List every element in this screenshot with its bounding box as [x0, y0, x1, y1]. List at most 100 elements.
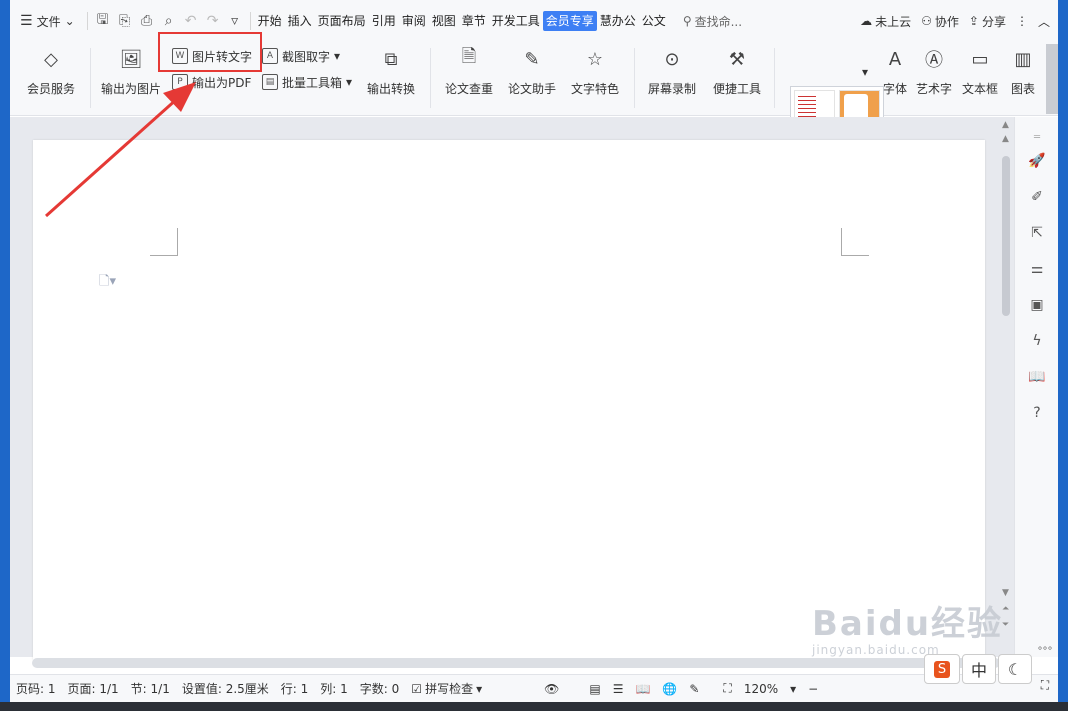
divider	[249, 12, 251, 30]
export-image-button[interactable]: 🖼 输出为图片	[98, 46, 164, 97]
redo-icon[interactable]: ↷	[202, 10, 224, 32]
screenshot-text-button[interactable]: A 截图取字 ▾	[262, 46, 340, 66]
tab-review[interactable]: 审阅	[399, 11, 429, 31]
status-word-count[interactable]: 字数: 0	[354, 680, 406, 697]
status-page-code[interactable]: 页码: 1	[10, 680, 62, 697]
status-section[interactable]: 节: 1/1	[125, 680, 176, 697]
share-label: 分享	[981, 14, 1006, 29]
text-feature-button[interactable]: ☆ 文字特色	[562, 46, 628, 97]
image-edit-icon[interactable]: ▣	[1027, 295, 1047, 315]
command-search[interactable]: ⚲ 查找命...	[683, 13, 742, 30]
adjust-sliders-icon[interactable]: ⚌	[1027, 259, 1047, 279]
tab-member-exclusive[interactable]: 会员专享	[542, 11, 597, 31]
rocket-icon[interactable]: 🚀	[1027, 151, 1047, 171]
fit-page-icon[interactable]: ⛶	[717, 681, 737, 696]
vertical-scrollbar[interactable]: ▲ ▲ ▼ ⏶ ⏷	[1000, 120, 1012, 640]
lightning-icon[interactable]: ϟ	[1027, 331, 1047, 351]
export-pdf-icon[interactable]: ⎘	[114, 10, 136, 32]
tab-chapter[interactable]: 章节	[459, 11, 489, 31]
book-search-icon[interactable]: 📖	[1027, 367, 1047, 387]
quick-tools-button[interactable]: ⚒ 便捷工具	[704, 46, 770, 97]
more-icon[interactable]: °°°	[1032, 646, 1058, 660]
reading-view-icon[interactable]: 📖	[629, 682, 656, 696]
sidebar-handle-icon[interactable]: ═	[1027, 127, 1047, 147]
art-text-button[interactable]: Ⓐ 艺术字	[914, 46, 954, 97]
zoom-out-icon[interactable]: −	[802, 682, 824, 696]
tab-view[interactable]: 视图	[429, 11, 459, 31]
text-box-button[interactable]: ▭ 文本框	[958, 46, 1002, 97]
screen-record-button[interactable]: ⊙ 屏幕录制	[640, 46, 704, 97]
font-label: 字体	[882, 82, 907, 96]
horizontal-scrollbar[interactable]	[32, 658, 1000, 668]
ime-logo-icon[interactable]: S	[924, 654, 960, 684]
collapse-ribbon-icon[interactable]: ︿	[1038, 13, 1050, 30]
zoom-level[interactable]: 120%	[738, 682, 784, 696]
gallery-dropdown-icon[interactable]: ▾	[862, 62, 868, 82]
tab-start[interactable]: 开始	[255, 11, 285, 31]
divider	[430, 48, 431, 108]
tab-references[interactable]: 引用	[369, 11, 399, 31]
scroll-thumb[interactable]	[1002, 156, 1010, 316]
page-up-icon[interactable]: ⏶	[1002, 604, 1009, 614]
tab-page-layout[interactable]: 页面布局	[315, 11, 369, 31]
undo-icon[interactable]: ↶	[180, 10, 202, 32]
font-button[interactable]: A 字体	[878, 46, 912, 97]
output-convert-button[interactable]: ⧉ 输出转换	[358, 46, 424, 97]
paper-assistant-button[interactable]: ✎ 论文助手	[504, 46, 560, 97]
web-view-icon[interactable]: 🌐	[656, 682, 683, 696]
cloud-status-button[interactable]: ☁ 未上云	[860, 13, 911, 30]
print-icon[interactable]: ⎙	[136, 10, 158, 32]
convert-icon: ⧉	[384, 48, 398, 70]
help-icon[interactable]: ?	[1027, 403, 1047, 423]
status-page[interactable]: 页面: 1/1	[62, 680, 125, 697]
wps-writer-window: ☰ 文件 ⌄ 🖫 ⎘ ⎙ ⌕ ↶ ↷ ▿ 开始 插入 页面布局 引用 审阅 视图…	[0, 0, 1068, 711]
chart-button[interactable]: ▥ 图表	[1006, 46, 1040, 97]
zoom-dropdown-icon[interactable]: ▾	[784, 682, 802, 696]
quick-access-dropdown-icon[interactable]: ▿	[224, 10, 246, 32]
text-box-label: 文本框	[961, 82, 998, 96]
ime-language-toggle[interactable]: 中	[962, 654, 996, 684]
paper-check-button[interactable]: 🗎 论文查重	[436, 46, 502, 97]
eye-protection-icon[interactable]: 👁	[538, 682, 565, 696]
status-col[interactable]: 列: 1	[314, 680, 354, 697]
cursor-select-icon[interactable]: ⇱	[1027, 223, 1047, 243]
export-image-label: 输出为图片	[100, 82, 161, 96]
spell-check-toggle[interactable]: ☑ 拼写检查 ▾	[405, 680, 488, 697]
save-icon[interactable]: 🖫	[92, 10, 114, 32]
write-mode-icon[interactable]: ✎	[683, 682, 705, 696]
collaborate-button[interactable]: ⚇ 协作	[921, 13, 959, 30]
divider	[634, 48, 635, 108]
page-view-icon[interactable]: ▤	[583, 682, 606, 696]
baidu-watermark: Baidu经验 jingyan.baidu.com	[812, 596, 1003, 657]
document-page[interactable]: 🗋▾	[33, 140, 985, 660]
scroll-up-icon[interactable]: ▲	[1002, 120, 1009, 130]
file-menu-button[interactable]: ☰ 文件 ⌄	[10, 7, 83, 35]
ime-moon-icon[interactable]: ☾	[998, 654, 1032, 684]
share-button[interactable]: ⇪ 分享	[969, 13, 1006, 30]
status-row[interactable]: 行: 1	[275, 680, 315, 697]
tab-developer[interactable]: 开发工具	[489, 11, 543, 31]
share-icon: ⇪	[968, 14, 979, 28]
checkbox-icon: ☑	[411, 681, 423, 696]
tab-smart-office[interactable]: 慧办公	[597, 11, 639, 31]
member-service-label: 会员服务	[26, 82, 75, 96]
fullscreen-icon[interactable]: ⛶	[1036, 678, 1054, 696]
os-taskbar-strip	[0, 702, 1068, 711]
paragraph-layout-icon[interactable]: 🗋▾	[99, 272, 116, 294]
status-setting-value[interactable]: 设置值: 2.5厘米	[176, 680, 275, 697]
page-down-icon[interactable]: ⏷	[1002, 620, 1009, 630]
print-preview-icon[interactable]: ⌕	[158, 10, 180, 32]
batch-tools-button[interactable]: ▤ 批量工具箱 ▾	[262, 72, 352, 92]
chart-label: 图表	[1010, 82, 1035, 96]
diamond-icon: ◇	[44, 48, 58, 70]
outline-view-icon[interactable]: ☰	[607, 682, 630, 696]
scroll-up-icon[interactable]: ▲	[1002, 134, 1009, 144]
tab-official-doc[interactable]: 公文	[639, 11, 669, 31]
export-pdf-button[interactable]: P 输出为PDF	[172, 72, 251, 92]
pen-icon[interactable]: ✐	[1027, 187, 1047, 207]
divider	[774, 48, 775, 108]
tab-insert[interactable]: 插入	[285, 11, 315, 31]
more-options-icon[interactable]: ⋮	[1016, 14, 1028, 28]
output-convert-label: 输出转换	[366, 82, 415, 96]
member-service-button[interactable]: ◇ 会员服务	[20, 46, 82, 97]
